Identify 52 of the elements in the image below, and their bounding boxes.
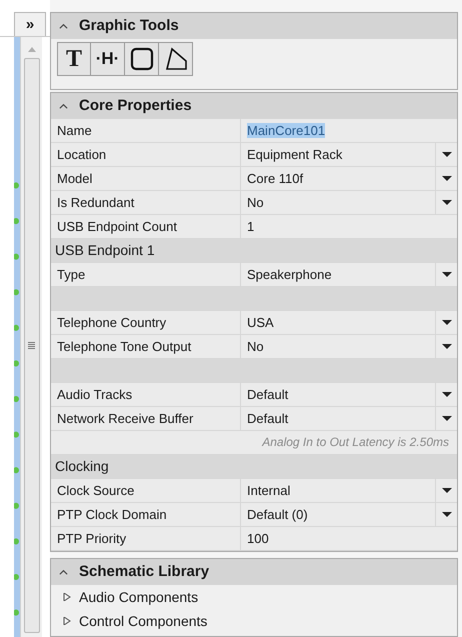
property-value[interactable]: Equipment Rack — [241, 143, 435, 166]
property-value[interactable]: 1 — [241, 215, 457, 238]
library-category[interactable]: Control Components — [51, 609, 457, 633]
property-value[interactable]: Speakerphone — [241, 263, 435, 286]
property-value[interactable]: Internal — [241, 479, 435, 502]
panel-title: Core Properties — [79, 96, 192, 116]
property-label: PTP Clock Domain — [51, 503, 241, 526]
chevron-icon — [59, 569, 69, 575]
property-value[interactable]: 100 — [241, 527, 457, 550]
panel-toggle-tab[interactable]: » — [14, 12, 46, 36]
property-value[interactable]: Default — [241, 383, 435, 406]
line-tool-button[interactable]: ·H· — [91, 43, 125, 75]
property-value[interactable]: No — [241, 191, 435, 214]
panel-title: Schematic Library — [79, 562, 210, 582]
property-value[interactable]: No — [241, 335, 435, 358]
property-label: Network Receive Buffer — [51, 407, 241, 430]
property-label: PTP Priority — [51, 527, 241, 550]
rounded-square-icon — [130, 47, 154, 71]
panel-header[interactable]: Graphic Tools — [51, 13, 457, 39]
panel-header[interactable]: Core Properties — [51, 93, 457, 119]
polyline-icon — [164, 47, 188, 71]
scrollbar[interactable] — [20, 37, 42, 637]
group-heading: USB Endpoint 1 — [54, 241, 155, 260]
property-label: Model — [51, 167, 241, 190]
expand-triangle-icon — [63, 617, 71, 625]
property-label: Telephone Country — [51, 311, 241, 334]
group-heading: Clocking — [54, 457, 109, 476]
chevron-icon — [59, 103, 69, 109]
property-label: USB Endpoint Count — [51, 215, 241, 238]
property-label: Telephone Tone Output — [51, 335, 241, 358]
panel-header[interactable]: Schematic Library — [51, 559, 457, 585]
property-value[interactable]: Core 110f — [241, 167, 435, 190]
panel-title: Graphic Tools — [79, 16, 179, 36]
property-label: Location — [51, 143, 241, 166]
property-value[interactable]: USA — [241, 311, 435, 334]
property-label: Name — [51, 119, 241, 142]
chevron-icon — [59, 23, 69, 29]
library-category[interactable]: Audio Components — [51, 585, 457, 609]
expand-triangle-icon — [63, 593, 71, 601]
property-value[interactable]: Default — [241, 407, 435, 430]
property-label: Type — [51, 263, 241, 286]
latency-note: Analog In to Out Latency is 2.50ms — [262, 434, 449, 451]
property-value[interactable]: MainCore101 — [241, 119, 457, 142]
property-label: Audio Tracks — [51, 383, 241, 406]
text-tool-button[interactable]: T — [58, 43, 91, 75]
property-label: Clock Source — [51, 479, 241, 502]
property-value[interactable]: Default (0) — [241, 503, 435, 526]
polygon-tool-button[interactable] — [159, 43, 192, 75]
grip-icon — [28, 342, 35, 349]
property-label: Is Redundant — [51, 191, 241, 214]
scroll-thumb[interactable] — [24, 58, 40, 633]
rectangle-tool-button[interactable] — [125, 43, 159, 75]
